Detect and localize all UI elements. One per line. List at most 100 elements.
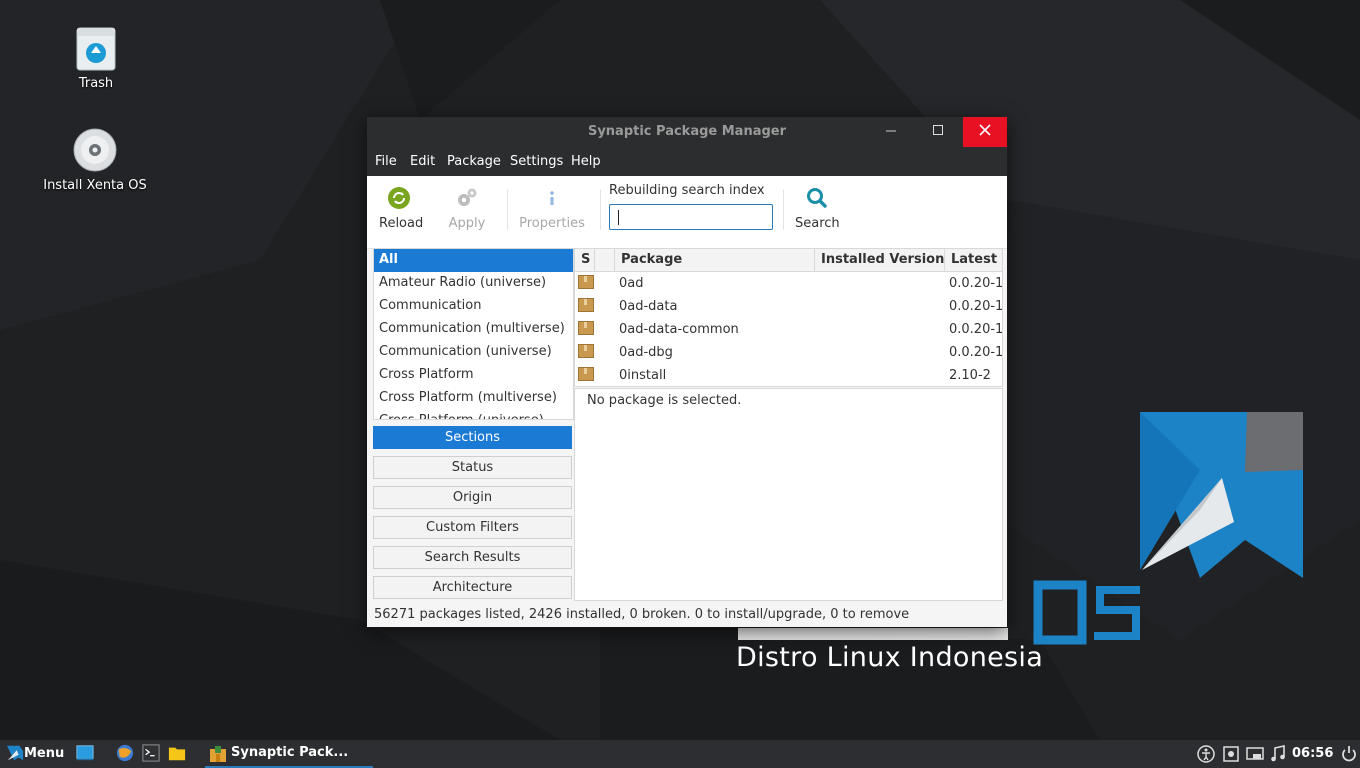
cd-icon	[73, 128, 117, 174]
browser-icon[interactable]	[116, 744, 134, 762]
desktop-icon-trash[interactable]: Trash	[41, 26, 151, 91]
package-name: 0ad-data	[619, 299, 678, 314]
desktop-icon-label: Trash	[78, 76, 114, 91]
package-name: 0ad-data-common	[619, 322, 739, 337]
menu-label: Menu	[24, 746, 65, 761]
search-input[interactable]	[609, 204, 773, 230]
minimize-icon	[886, 130, 896, 132]
section-item[interactable]: Cross Platform (universe)	[374, 410, 573, 419]
menubar: File Edit Package Settings Help	[367, 147, 1007, 176]
task-label: Synaptic Pack...	[231, 745, 349, 760]
reload-icon	[387, 186, 411, 210]
column-latest-version[interactable]: Latest V	[945, 249, 1002, 271]
toolbar-separator	[783, 190, 784, 230]
show-desktop-icon[interactable]	[76, 744, 94, 762]
maximize-button[interactable]	[916, 117, 960, 147]
details-text: No package is selected.	[587, 393, 742, 408]
files-icon[interactable]	[168, 744, 186, 762]
desktop-icon-label: Install Xenta OS	[43, 178, 147, 193]
package-details-pane: No package is selected.	[574, 388, 1003, 601]
package-latest-version: 0.0.20-1	[949, 299, 1003, 314]
properties-label: Properties	[519, 216, 585, 231]
package-icon	[578, 344, 594, 358]
statusbar: 56271 packages listed, 2426 installed, 0…	[367, 603, 1007, 627]
package-latest-version: 0.0.20-1	[949, 276, 1003, 291]
apply-label: Apply	[448, 216, 486, 231]
close-icon	[979, 124, 991, 136]
package-icon	[578, 275, 594, 289]
desktop-icon-install[interactable]: Install Xenta OS	[40, 128, 150, 193]
xenta-menu-icon	[6, 745, 24, 761]
apply-button[interactable]: Apply	[447, 186, 487, 231]
column-package[interactable]: Package	[615, 249, 815, 271]
package-latest-version: 0.0.20-1	[949, 322, 1003, 337]
toolbar-separator	[600, 190, 601, 230]
synaptic-app-icon	[210, 746, 226, 762]
music-icon[interactable]	[1269, 745, 1287, 763]
section-item[interactable]: Amateur Radio (universe)	[374, 272, 573, 295]
start-menu-button[interactable]: Menu	[4, 740, 70, 768]
brand-tagline: Distro Linux Indonesia	[736, 642, 1044, 673]
package-latest-version: 2.10-2	[949, 368, 991, 383]
menu-edit[interactable]: Edit	[410, 154, 435, 169]
package-icon	[578, 367, 594, 381]
column-installed-version[interactable]: Installed Version	[815, 249, 945, 271]
table-row[interactable]: 0install 2.10-2	[575, 364, 1002, 386]
column-status[interactable]: S	[575, 249, 595, 271]
section-item[interactable]: Cross Platform	[374, 364, 573, 387]
power-icon[interactable]	[1340, 745, 1358, 763]
package-name: 0install	[619, 368, 667, 383]
terminal-icon[interactable]	[142, 744, 160, 762]
package-name: 0ad-dbg	[619, 345, 673, 360]
reload-label: Reload	[379, 216, 424, 231]
package-name: 0ad	[619, 276, 644, 291]
toolbar: Reload Apply Properties Rebuilding searc…	[367, 176, 1007, 249]
search-label: Search	[795, 216, 840, 231]
section-item[interactable]: Communication (universe)	[374, 341, 573, 364]
filter-architecture-button[interactable]: Architecture	[373, 576, 572, 599]
accessibility-icon[interactable]	[1197, 745, 1215, 763]
trash-icon	[74, 26, 118, 72]
package-latest-version: 0.0.20-1	[949, 345, 1003, 360]
window-titlebar[interactable]: Synaptic Package Manager	[367, 117, 1007, 147]
table-row[interactable]: 0ad-dbg 0.0.20-1	[575, 341, 1002, 364]
menu-file[interactable]: File	[375, 154, 397, 169]
filter-sections-button[interactable]: Sections	[373, 426, 572, 449]
search-icon	[805, 186, 829, 210]
reload-button[interactable]: Reload	[379, 186, 424, 231]
gears-icon	[455, 186, 479, 210]
maximize-icon	[933, 125, 943, 135]
filter-origin-button[interactable]: Origin	[373, 486, 572, 509]
toolbar-separator	[507, 190, 508, 230]
section-item[interactable]: Communication (multiverse)	[374, 318, 573, 341]
filter-custom-button[interactable]: Custom Filters	[373, 516, 572, 539]
clock: 06:56	[1292, 746, 1334, 761]
synaptic-window: Synaptic Package Manager File Edit Packa…	[367, 117, 1007, 627]
close-button[interactable]	[963, 117, 1007, 147]
menu-package[interactable]: Package	[447, 154, 501, 169]
package-table: S Package Installed Version Latest V 0ad…	[574, 248, 1003, 387]
properties-button[interactable]: Properties	[519, 186, 585, 231]
taskbar: Menu Synaptic Pack... 06:56	[0, 740, 1360, 768]
section-item[interactable]: Communication	[374, 295, 573, 318]
search-button[interactable]: Search	[795, 186, 840, 231]
column-support[interactable]	[595, 249, 615, 271]
table-header: S Package Installed Version Latest V	[575, 249, 1002, 272]
filter-search-results-button[interactable]: Search Results	[373, 546, 572, 569]
taskbar-task-synaptic[interactable]: Synaptic Pack...	[205, 740, 373, 768]
menu-help[interactable]: Help	[571, 154, 601, 169]
section-item[interactable]: Cross Platform (multiverse)	[374, 387, 573, 410]
info-icon	[540, 186, 564, 210]
section-item[interactable]: All	[374, 249, 573, 272]
minimize-button[interactable]	[869, 117, 913, 147]
table-row[interactable]: 0ad 0.0.20-1	[575, 272, 1002, 295]
section-list: All Amateur Radio (universe) Communicati…	[373, 248, 574, 420]
network-icon[interactable]	[1246, 745, 1264, 763]
menu-settings[interactable]: Settings	[510, 154, 563, 169]
package-icon	[578, 321, 594, 335]
table-row[interactable]: 0ad-data 0.0.20-1	[575, 295, 1002, 318]
filter-status-button[interactable]: Status	[373, 456, 572, 479]
table-row[interactable]: 0ad-data-common 0.0.20-1	[575, 318, 1002, 341]
search-status-label: Rebuilding search index	[609, 183, 765, 198]
screenshot-icon[interactable]	[1222, 745, 1240, 763]
